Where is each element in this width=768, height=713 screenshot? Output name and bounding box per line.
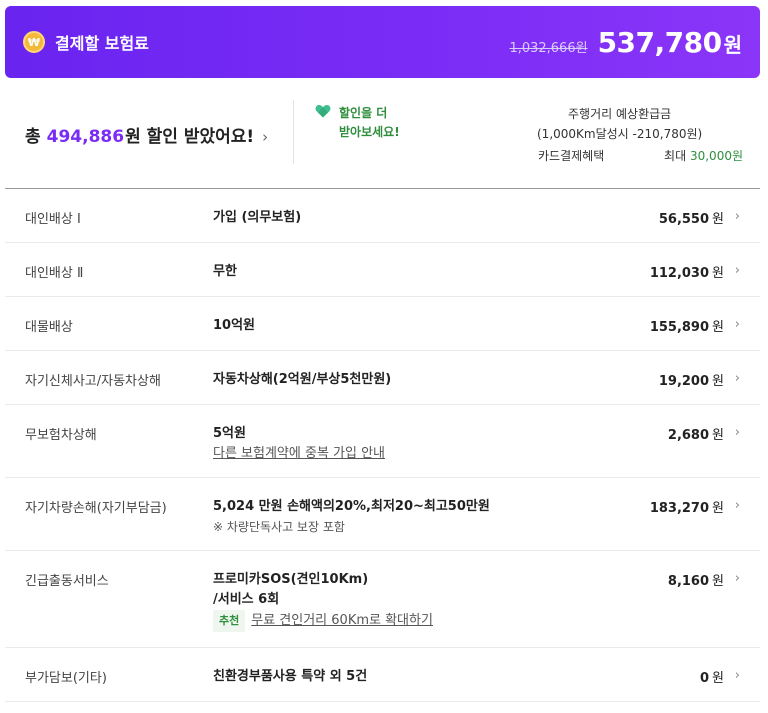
duplicate-coverage-link[interactable]: 다른 보험계약에 중복 가입 안내	[213, 444, 385, 464]
card-max-prefix: 최대	[664, 149, 687, 163]
discount-suffix: 원 할인 받았어요!	[125, 127, 255, 147]
recommend-badge: 추천	[213, 610, 246, 632]
chevron-right-icon: ›	[734, 668, 740, 683]
coverage-amount: 183,270 원	[649, 501, 724, 516]
coverage-detail-text: 5,024 만원 손해액의20%,최저20~최고50만원	[213, 499, 490, 514]
coverage-detail: 친환경부품사용 특약 외 5건	[213, 669, 368, 684]
coverage-row[interactable]: 무보험차상해 5억원 다른 보험계약에 중복 가입 안내 2,680 원 ›	[5, 405, 760, 478]
discount-prefix: 총	[25, 127, 41, 147]
expand-towing-link[interactable]: 무료 견인거리 60Km로 확대하기	[251, 611, 433, 631]
coverage-label: 대물배상	[25, 320, 73, 335]
coverage-amount: 0원	[699, 671, 724, 686]
card-max-amount: 30,000원	[689, 149, 743, 163]
recommendation: 추천 무료 견인거리 60Km로 확대하기	[213, 610, 433, 632]
coverage-row[interactable]: 대물배상 10억원 155,890 원 ›	[5, 297, 760, 351]
coverage-amount: 56,550 원	[658, 212, 724, 227]
mileage-detail: (1,000Km달성시 -210,780원)	[537, 127, 703, 141]
premium-header-banner: ₩ 결제할 보험료 1,032,666원 537,780 원	[5, 6, 760, 78]
coverage-detail: 프로미카SOS(견인10Km) /서비스 6회 추천 무료 견인거리 60Km로…	[213, 570, 433, 632]
premium-title: 결제할 보험료	[55, 34, 149, 53]
coverage-detail-text-2: /서비스 6회	[213, 592, 280, 607]
coverage-amount: 112,030 원	[649, 266, 724, 281]
chevron-right-icon: ›	[734, 263, 740, 278]
coverage-detail: 10억원	[213, 318, 256, 333]
coverage-amount: 155,890 원	[649, 320, 724, 335]
card-benefit-label: 카드결제혜택	[538, 149, 605, 163]
coverage-detail-text: 5억원	[213, 426, 246, 441]
promo-line2: 받아보세요!	[339, 125, 400, 139]
total-discount-link[interactable]: 총 494,886 원 할인 받았어요! ›	[25, 122, 268, 147]
coverage-label: 무보험차상해	[25, 428, 97, 443]
final-price: 537,780	[597, 25, 723, 59]
coverage-label: 긴급출동서비스	[25, 574, 109, 589]
coverage-row[interactable]: 자기신체사고/자동차상해 자동차상해(2억원/부상5천만원) 19,200 원 ›	[5, 351, 760, 405]
chevron-right-icon: ›	[262, 128, 269, 146]
chevron-right-icon: ›	[734, 425, 740, 440]
mileage-refund-info: 주행거리 예상환급금 (1,000Km달성시 -210,780원)	[537, 104, 702, 144]
coverage-detail: 자동차상해(2억원/부상5천만원)	[213, 372, 392, 387]
heart-icon	[315, 104, 331, 118]
promo-line1: 할인을 더	[339, 106, 388, 120]
coverage-row[interactable]: 대인배상 Ⅱ 무한 112,030 원 ›	[5, 243, 760, 297]
coverage-detail: 무한	[213, 264, 237, 279]
coverage-row[interactable]: 자기차량손해(자기부담금) 5,024 만원 손해액의20%,최저20~최고50…	[5, 478, 760, 551]
coverage-label: 자기차량손해(자기부담금)	[25, 501, 167, 516]
card-benefit-info: 카드결제혜택 최대 30,000원	[538, 147, 743, 164]
coverage-detail: 가입 (의무보험)	[213, 210, 302, 225]
more-discount-promo[interactable]: 할인을 더 받아보세요!	[315, 104, 400, 142]
coin-icon: ₩	[23, 31, 45, 53]
final-price-unit: 원	[723, 32, 742, 57]
divider	[293, 100, 294, 164]
coverage-row[interactable]: 부가담보(기타) 친환경부품사용 특약 외 5건 0원 ›	[5, 648, 760, 702]
chevron-right-icon: ›	[734, 317, 740, 332]
coverage-note: ※ 차량단독사고 보장 포함	[213, 520, 345, 534]
coverage-detail: 5,024 만원 손해액의20%,최저20~최고50만원 ※ 차량단독사고 보장…	[213, 497, 490, 537]
discount-summary: 총 494,886 원 할인 받았어요! › 할인을 더 받아보세요! 주행거리…	[5, 92, 760, 188]
coverage-label: 부가담보(기타)	[25, 671, 107, 686]
discount-amount: 494,886	[46, 127, 125, 147]
mileage-title: 주행거리 예상환급금	[568, 107, 672, 121]
coverage-row[interactable]: 긴급출동서비스 프로미카SOS(견인10Km) /서비스 6회 추천 무료 견인…	[5, 551, 760, 648]
coverage-amount: 2,680 원	[667, 428, 724, 443]
chevron-right-icon: ›	[734, 571, 740, 586]
price-display: 1,032,666원 537,780 원	[509, 26, 742, 59]
coverage-amount: 19,200 원	[658, 374, 724, 389]
original-price: 1,032,666원	[509, 40, 588, 56]
coverage-row[interactable]: 대인배상 Ⅰ 가입 (의무보험) 56,550 원 ›	[5, 189, 760, 243]
coverage-label: 대인배상 Ⅱ	[25, 266, 84, 281]
coverage-detail-text: 프로미카SOS(견인10Km)	[213, 572, 369, 587]
coverage-amount: 8,160 원	[667, 574, 724, 589]
chevron-right-icon: ›	[734, 498, 740, 513]
coverage-label: 자기신체사고/자동차상해	[25, 374, 161, 389]
coverage-detail: 5억원 다른 보험계약에 중복 가입 안내	[213, 424, 385, 464]
chevron-right-icon: ›	[734, 209, 740, 224]
chevron-right-icon: ›	[734, 371, 740, 386]
coverage-label: 대인배상 Ⅰ	[25, 212, 81, 227]
card-benefit-value: 최대 30,000원	[664, 147, 743, 164]
